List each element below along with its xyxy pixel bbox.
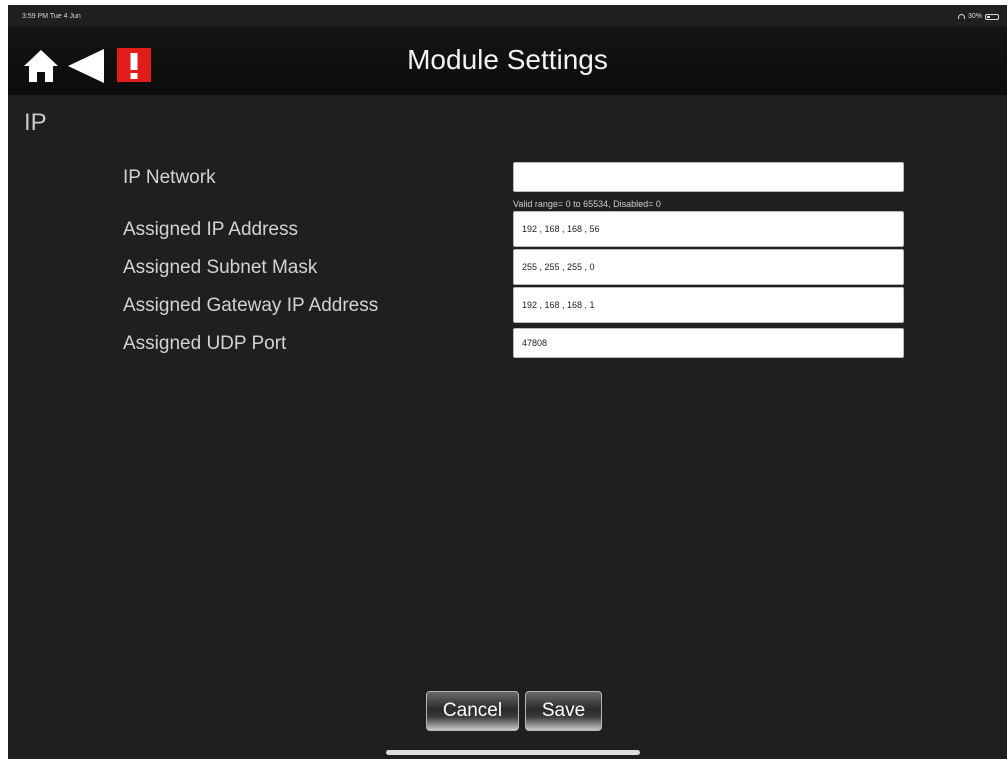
save-button[interactable]: Save [525,691,602,731]
subnet-mask-label: Assigned Subnet Mask [123,257,318,278]
assigned-ip-label: Assigned IP Address [123,219,298,240]
status-bar: 3:59 PM Tue 4 Jun 30% [8,5,1007,27]
ip-network-hint: Valid range= 0 to 65534, Disabled= 0 [513,199,661,209]
gateway-ip-label: Assigned Gateway IP Address [123,295,379,316]
status-right: 30% [957,13,999,20]
cancel-button[interactable]: Cancel [426,691,519,731]
battery-percent: 30% [967,13,982,20]
status-time-date: 3:59 PM Tue 4 Jun [22,13,81,20]
udp-port-input[interactable]: 47808 [513,328,904,358]
wifi-icon [957,14,965,19]
gateway-ip-input[interactable]: 192 , 168 , 168 , 1 [513,287,904,323]
page-title: Module Settings [407,44,608,75]
battery-fill [987,15,990,18]
ip-network-label: IP Network [123,167,216,188]
udp-port-label: Assigned UDP Port [123,333,287,354]
ip-network-input[interactable] [513,162,904,192]
header-bar: Module Settings [8,27,1007,95]
app-screen: 3:59 PM Tue 4 Jun 30% Module Settings IP… [8,5,1007,759]
subnet-mask-input[interactable]: 255 , 255 , 255 , 0 [513,249,904,285]
assigned-ip-input[interactable]: 192 , 168 , 168 , 56 [513,211,904,247]
battery-icon [985,13,999,20]
section-title-ip: IP [24,109,47,136]
home-indicator[interactable] [386,750,640,755]
